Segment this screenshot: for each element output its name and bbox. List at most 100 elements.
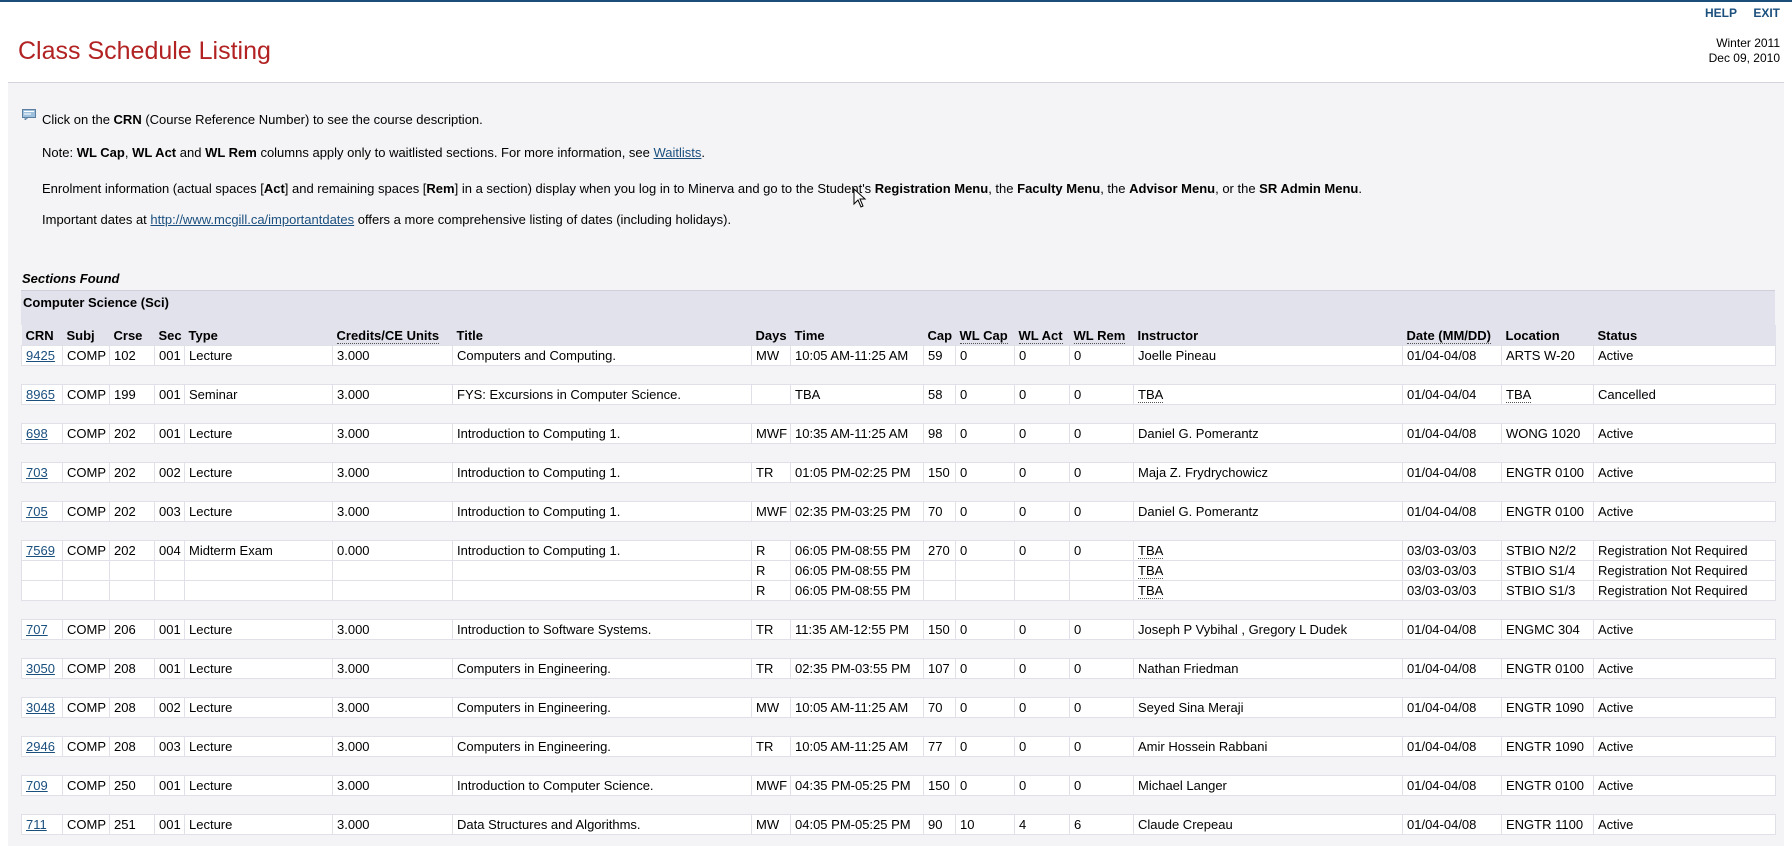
empty-cell xyxy=(955,580,1015,601)
section-cell: 001 xyxy=(154,345,185,366)
status-cell: Active xyxy=(1593,501,1776,522)
empty-cell xyxy=(21,580,63,601)
location-cell-text: ENGTR 0100 xyxy=(1506,661,1585,676)
info-note-icon xyxy=(22,109,36,120)
days-cell-text: R xyxy=(756,583,766,598)
exit-link[interactable]: EXIT xyxy=(1753,6,1780,20)
column-header-label: Title xyxy=(456,327,484,343)
type-cell: Lecture xyxy=(184,736,333,757)
table-row: 705 COMP 202 003 Lecture 3.000 Introduction to… xyxy=(21,501,1776,522)
credits-cell-text: 3.000 xyxy=(337,504,370,519)
table-row: 698 COMP 202 001 Lecture 3.000 Introduction to… xyxy=(21,423,1776,444)
crn-link[interactable]: 711 xyxy=(26,817,47,832)
time-cell-text: 10:05 AM-11:25 AM xyxy=(795,700,909,715)
credits-cell-text: 3.000 xyxy=(337,817,370,832)
column-header-label: Credits/CE Units xyxy=(336,327,440,344)
credits-cell-text: 3.000 xyxy=(337,700,370,715)
credits-cell-text: 0.000 xyxy=(337,543,370,558)
crn-link[interactable]: 707 xyxy=(26,622,48,637)
status-cell: Active xyxy=(1593,619,1776,640)
crn-link[interactable]: 703 xyxy=(26,465,48,480)
wl-cap-cell: 0 xyxy=(955,697,1015,718)
course-cell: 202 xyxy=(109,540,155,561)
date-cell-text: 01/04-04/08 xyxy=(1407,700,1477,715)
empty-cell xyxy=(184,560,333,581)
date-cell-text: 01/04-04/08 xyxy=(1407,622,1477,637)
crn-link[interactable]: 7569 xyxy=(26,543,55,558)
title-cell-text: Data Structures and Algorithms. xyxy=(457,817,641,832)
location-cell-text: ARTS W-20 xyxy=(1506,348,1575,363)
important-dates-link[interactable]: http://www.mcgill.ca/importantdates xyxy=(150,212,354,227)
subject-cell-text: COMP xyxy=(67,778,106,793)
wl-cap-cell-text: 0 xyxy=(960,700,968,715)
crn-link[interactable]: 709 xyxy=(26,778,48,793)
crn-link[interactable]: 705 xyxy=(26,504,48,519)
location-cell-text: WONG 1020 xyxy=(1506,426,1581,441)
wl-act-cell-text: 0 xyxy=(1019,387,1027,402)
section-cell: 001 xyxy=(154,619,185,640)
wl-cap-cell: 0 xyxy=(955,775,1015,796)
wl-cap-cell: 0 xyxy=(955,384,1015,405)
crn-link[interactable]: 3048 xyxy=(26,700,55,715)
section-cell: 004 xyxy=(154,540,185,561)
row-spacer xyxy=(21,756,1776,776)
subject-cell-text: COMP xyxy=(67,817,106,832)
column-header-label: Days xyxy=(755,327,787,343)
help-link[interactable]: HELP xyxy=(1705,6,1737,20)
subject-spacer xyxy=(21,315,1775,325)
cap-cell: 70 xyxy=(923,697,956,718)
crn-link[interactable]: 2946 xyxy=(26,739,55,754)
title-cell: Introduction to Software Systems. xyxy=(452,619,752,640)
instructor-cell: Maja Z. Frydrychowicz xyxy=(1133,462,1403,483)
instructor-cell: Seyed Sina Meraji xyxy=(1133,697,1403,718)
time-cell: 04:35 PM-05:25 PM xyxy=(790,775,924,796)
days-cell: R xyxy=(751,540,791,561)
wl-rem-cell: 0 xyxy=(1069,384,1134,405)
waitlists-link[interactable]: Waitlists xyxy=(654,145,702,160)
days-cell-text: MWF xyxy=(756,504,788,519)
status-cell-text: Active xyxy=(1598,661,1634,676)
column-header: Subj xyxy=(62,325,110,346)
cap-cell: 70 xyxy=(923,501,956,522)
table-row: 2946 COMP 208 003 Lecture 3.000 Computers in E… xyxy=(21,736,1776,757)
days-cell-text: R xyxy=(756,563,766,578)
column-header: Crse xyxy=(109,325,155,346)
course-cell-text: 208 xyxy=(114,700,136,715)
instructor-cell-text: Daniel G. Pomerantz xyxy=(1138,504,1259,519)
crn-link[interactable]: 3050 xyxy=(26,661,55,676)
credits-cell: 3.000 xyxy=(332,775,453,796)
days-cell: MWF xyxy=(751,501,791,522)
crn-link[interactable]: 698 xyxy=(26,426,48,441)
spacer-cell xyxy=(21,795,1776,815)
title-cell: Introduction to Computing 1. xyxy=(452,462,752,483)
section-cell: 002 xyxy=(154,462,185,483)
credits-cell-text: 3.000 xyxy=(337,622,370,637)
type-cell-text: Lecture xyxy=(189,817,233,832)
column-header-label: Type xyxy=(188,327,218,343)
empty-cell xyxy=(154,560,185,581)
wl-act-cell: 0 xyxy=(1014,736,1070,757)
days-cell-text: TR xyxy=(756,465,774,480)
date-cell: 03/03-03/03 xyxy=(1402,580,1502,601)
crn-link[interactable]: 8965 xyxy=(26,387,55,402)
wl-cap-cell-text: 0 xyxy=(960,387,968,402)
wl-act-cell: 0 xyxy=(1014,619,1070,640)
table-row: 711 COMP 251 001 Lecture 3.000 Data Structures… xyxy=(21,814,1776,835)
status-cell: Active xyxy=(1593,423,1776,444)
title-cell-text: Introduction to Computing 1. xyxy=(457,543,621,558)
instructor-cell: TBA xyxy=(1133,560,1403,581)
wl-cap-cell: 0 xyxy=(955,345,1015,366)
crn-link[interactable]: 9425 xyxy=(26,348,55,363)
date-cell: 01/04-04/08 xyxy=(1402,658,1502,679)
days-cell-text: MWF xyxy=(756,426,788,441)
location-cell-text: TBA xyxy=(1506,387,1532,403)
type-cell: Lecture xyxy=(184,814,333,835)
empty-cell xyxy=(1069,580,1134,601)
status-cell: Cancelled xyxy=(1593,384,1776,405)
course-cell-text: 202 xyxy=(114,504,136,519)
time-cell-text: 04:05 PM-05:25 PM xyxy=(795,817,911,832)
status-cell-text: Active xyxy=(1598,426,1634,441)
table-row-extra-meeting: R 06:05 PM-08:55 PM TBA 03/03-03/03 STBIO S1… xyxy=(21,560,1776,581)
date-cell: 01/04-04/08 xyxy=(1402,345,1502,366)
table-row: 7569 COMP 202 004 Midterm Exam 0.000 Introduct… xyxy=(21,540,1776,561)
